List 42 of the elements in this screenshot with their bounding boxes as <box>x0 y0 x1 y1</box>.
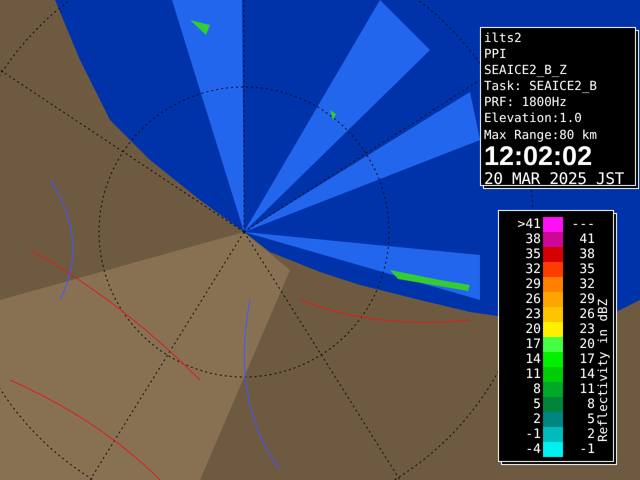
scale-label: 20 <box>524 322 542 337</box>
scale-label: --- <box>570 217 595 232</box>
scale-label: 5 <box>532 397 542 412</box>
scale-label: 5 <box>586 412 595 427</box>
scale-label: 11 <box>524 367 542 382</box>
scale-label: 23 <box>524 307 542 322</box>
scale-label: 17 <box>524 337 542 352</box>
scale-label: >41 <box>516 217 542 232</box>
scale-label: 14 <box>524 352 542 367</box>
scale-label: 29 <box>578 292 595 307</box>
scale-label: 20 <box>578 337 595 352</box>
scale-label: 8 <box>532 382 542 397</box>
scale-label: 26 <box>524 292 542 307</box>
scale-label: 41 <box>578 232 595 247</box>
info-line: SEAICE2_B_Z <box>484 62 567 78</box>
info-line: PRF: 1800Hz <box>484 94 567 110</box>
scale-label: 38 <box>524 232 542 247</box>
scale-label: 2 <box>586 427 595 442</box>
scale-label: -4 <box>524 442 542 457</box>
scale-label: 11 <box>578 382 595 397</box>
info-line: Max Range:80 km <box>484 126 597 142</box>
date-label: 20 MAR 2025 JST <box>484 168 624 188</box>
scale-label: 35 <box>524 247 542 262</box>
legend-title: Reflectivity in dBZ <box>594 298 611 442</box>
info-line: Task: SEAICE2_B <box>484 78 597 94</box>
scale-label: 32 <box>578 277 595 292</box>
scale-label: 32 <box>524 262 542 277</box>
scale-label: 26 <box>578 307 595 322</box>
scale-label: 35 <box>578 262 595 277</box>
time-label: 12:02:02 <box>484 140 592 171</box>
scale-label: 17 <box>578 352 595 367</box>
info-line: PPI <box>484 46 507 62</box>
scale-label: -1 <box>524 427 542 442</box>
scale-label: 2 <box>532 412 542 427</box>
scale-label: 38 <box>578 247 595 262</box>
info-line: Elevation:1.0 <box>484 110 582 126</box>
info-line: ilts2 <box>484 30 522 45</box>
scale-label: 23 <box>578 322 595 337</box>
scale-label: 8 <box>586 397 595 412</box>
scale-label: 14 <box>578 367 595 382</box>
scale-label: -1 <box>578 442 595 457</box>
scale-label: 29 <box>524 277 542 292</box>
